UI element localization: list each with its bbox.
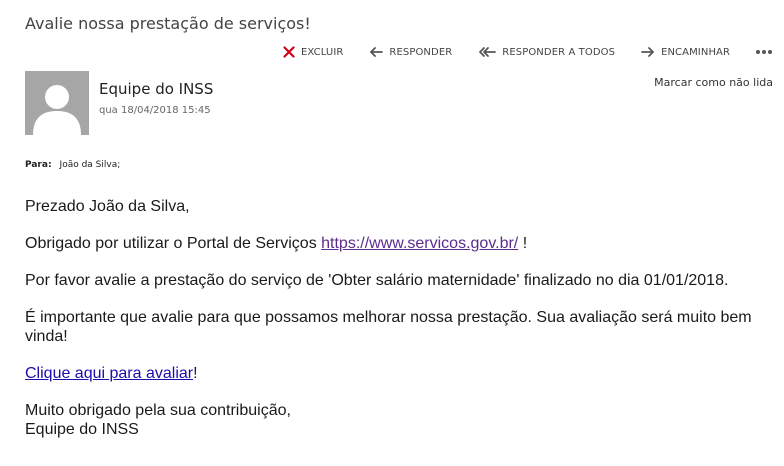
recipient-name[interactable]: João da Silva; [60,160,121,170]
reply-label: RESPONDER [389,46,453,58]
evaluate-link[interactable]: Clique aqui para avaliar [25,365,193,382]
cta-paragraph: Clique aqui para avaliar! [25,364,765,383]
email-body: Prezado João da Silva, Obrigado por util… [25,197,765,457]
cta-suffix: ! [193,365,198,382]
forward-label: ENCAMINHAR [661,46,731,58]
forward-button[interactable]: ENCAMINHAR [641,46,730,58]
signature: Equipe do INSS [25,421,139,438]
request-paragraph: Por favor avalie a prestação do serviço … [25,272,729,289]
sent-datetime: qua 18/04/2018 15:45 [99,105,211,116]
more-options-button[interactable] [754,40,774,58]
thanks-paragraph: Obrigado por utilizar o Portal de Serviç… [25,234,765,253]
closing-paragraph: Muito obrigado pela sua contribuição, Equ… [25,401,765,439]
message-toolbar: EXCLUIR RESPONDER RESPONDER A TODOS ENCA… [283,44,730,60]
thanks-text: Obrigado por utilizar o Portal de Serviç… [25,235,322,252]
greeting: Prezado João da Silva, [25,198,190,215]
sender-name: Equipe do INSS [99,80,214,98]
portal-link[interactable]: https://www.servicos.gov.br/ [321,235,518,252]
email-subject: Avalie nossa prestação de serviços! [25,14,311,33]
mark-as-unread-link[interactable]: Marcar como não lida [654,76,773,89]
reply-arrow-icon [369,46,384,58]
delete-label: EXCLUIR [301,46,344,58]
closing-text: Muito obrigado pela sua contribuição, [25,402,291,419]
delete-button[interactable]: EXCLUIR [283,46,343,58]
forward-arrow-icon [641,46,655,58]
person-silhouette-icon [25,71,89,135]
recipient-line: Para: João da Silva; [25,160,120,170]
to-label: Para: [25,160,52,170]
importance-paragraph: É importante que avalie para que possamo… [25,309,752,345]
ellipsis-icon [755,40,773,59]
reply-all-arrow-icon [478,46,497,58]
reply-all-label: RESPONDER A TODOS [502,46,616,58]
close-icon [283,46,295,58]
reply-all-button[interactable]: RESPONDER A TODOS [478,46,615,58]
thanks-suffix: ! [518,235,528,252]
avatar [25,71,89,135]
reply-button[interactable]: RESPONDER [369,46,452,58]
